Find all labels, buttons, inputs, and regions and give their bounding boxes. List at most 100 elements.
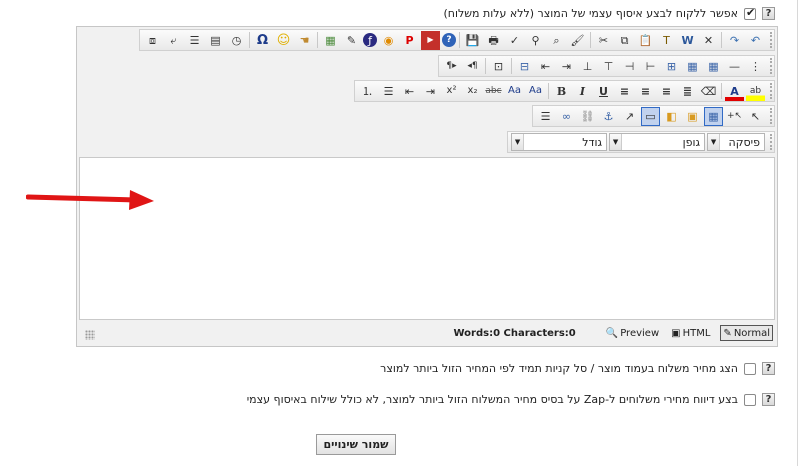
preview-label: Preview xyxy=(620,327,660,339)
align-left-icon[interactable]: ≡ xyxy=(615,82,634,101)
find-icon[interactable]: ⌕ xyxy=(547,31,566,50)
special-icon[interactable]: ⧈ xyxy=(143,31,162,50)
bold-icon[interactable]: B xyxy=(552,82,571,101)
eraser-icon[interactable]: ⌫ xyxy=(699,82,718,101)
font-size-down-icon[interactable]: Aa xyxy=(505,82,524,101)
resize-grip-icon[interactable] xyxy=(85,330,95,340)
table-properties-icon[interactable]: ⊟ xyxy=(515,57,534,76)
list-lines-icon[interactable]: ☰ xyxy=(185,31,204,50)
normal-mode-button[interactable]: ✎ Normal xyxy=(720,325,773,341)
paragraph-select-label: פיסקה xyxy=(728,135,760,149)
line-icon[interactable]: — xyxy=(725,57,744,76)
unordered-list-icon[interactable]: ☰ xyxy=(379,82,398,101)
align-right-icon[interactable]: ≡ xyxy=(657,82,676,101)
grid-toggle-icon[interactable]: ▦ xyxy=(704,106,723,126)
pdf-icon[interactable]: P xyxy=(400,31,419,50)
table-insert-icon[interactable]: ▦ xyxy=(683,57,702,76)
find-replace-icon[interactable]: ⚲ xyxy=(526,31,545,50)
merge-cells-icon[interactable]: ⇥ xyxy=(557,57,576,76)
hand-icon[interactable]: ☚ xyxy=(295,31,314,50)
justify-icon[interactable]: ≣ xyxy=(678,82,697,101)
help-icon[interactable]: ? xyxy=(762,7,775,20)
ltr-icon[interactable]: ¶◂ xyxy=(463,57,482,76)
layer-front-icon[interactable]: ◧ xyxy=(662,107,681,126)
help-icon[interactable]: ? xyxy=(762,362,775,375)
font-color-icon[interactable]: A xyxy=(725,81,744,101)
html-mode-button[interactable]: ▣ HTML xyxy=(669,325,712,341)
undo-icon[interactable]: ↶ xyxy=(746,31,765,50)
underline-icon[interactable]: U xyxy=(594,82,613,101)
select-icon[interactable]: ↖ xyxy=(746,107,765,126)
table-icon[interactable]: ▦ xyxy=(704,57,723,76)
time-icon[interactable]: ◷ xyxy=(227,31,246,50)
help-circle-icon[interactable]: ? xyxy=(442,33,456,47)
rtl-icon[interactable]: ▸¶ xyxy=(442,57,461,76)
toolbar-group-format: ab A ⌫ ≣ ≡ ≡ ≡ U I B Aa Aa abc x₂ x² ⇥ ⇤… xyxy=(354,80,775,102)
bullet-grip-icon[interactable]: ⋮ xyxy=(746,57,765,76)
frame-icon[interactable]: ▭ xyxy=(641,106,660,126)
pencil-box-icon: ✎ xyxy=(723,327,732,339)
split-cells-icon[interactable]: ⇤ xyxy=(536,57,555,76)
layer-back-icon[interactable]: ▣ xyxy=(683,107,702,126)
font-select[interactable]: גופן ▼ xyxy=(609,133,705,151)
print-icon[interactable]: 🖶 xyxy=(484,31,503,50)
pointer-icon[interactable]: ↗ xyxy=(620,107,639,126)
image-icon[interactable]: ▦ xyxy=(321,31,340,50)
superscript-icon[interactable]: x² xyxy=(442,82,461,101)
template-icon[interactable]: ⤶ xyxy=(164,31,183,50)
italic-icon[interactable]: I xyxy=(573,82,592,101)
column-left-icon[interactable]: ⊣ xyxy=(641,57,660,76)
border-icon[interactable]: ⊡ xyxy=(489,57,508,76)
link-icon[interactable]: ∞ xyxy=(557,107,576,126)
help-icon[interactable]: ? xyxy=(762,393,775,406)
outdent-icon[interactable]: ⇤ xyxy=(400,82,419,101)
size-select-label: גודל xyxy=(582,135,602,149)
show-shipping-label: הצג מחיר משלוח בעמוד מוצר / סל קניות תמי… xyxy=(380,362,738,375)
preview-mode-button[interactable]: 🔍 Preview xyxy=(604,325,661,341)
font-size-up-icon[interactable]: Aa xyxy=(526,82,545,101)
column-right-icon[interactable]: ⊢ xyxy=(620,57,639,76)
strikethrough-icon[interactable]: abc xyxy=(484,82,503,101)
toolbar-grip xyxy=(768,32,772,48)
zap-report-checkbox[interactable] xyxy=(744,393,756,406)
media-icon[interactable]: ◉ xyxy=(379,31,398,50)
align-center-icon[interactable]: ≡ xyxy=(636,82,655,101)
row-delete-icon[interactable]: ⊥ xyxy=(578,57,597,76)
redo-icon[interactable]: ↷ xyxy=(725,31,744,50)
delete-icon[interactable]: ✕ xyxy=(699,31,718,50)
save-icon[interactable]: 💾 xyxy=(463,31,482,50)
paste-word-icon[interactable]: W xyxy=(678,31,697,50)
cut-icon[interactable]: ✂ xyxy=(594,31,613,50)
ordered-list-icon[interactable]: ⒈ xyxy=(358,82,377,101)
editor-content-area[interactable] xyxy=(79,157,775,320)
show-shipping-checkbox[interactable] xyxy=(744,362,756,375)
toolbar-row-2: ⋮ — ▦ ▦ ⊞ ⊣ ⊢ ⊤ ⊥ ⇥ ⇤ ⊟ ⊡ ¶◂ ▸¶ xyxy=(79,55,775,77)
anchor-icon[interactable]: ⚓ xyxy=(599,107,618,126)
option-show-shipping-row: ? הצג מחיר משלוח בעמוד מוצר / סל קניות ת… xyxy=(380,362,775,375)
date-icon[interactable]: ▤ xyxy=(206,31,225,50)
copy-icon[interactable]: ⧉ xyxy=(615,31,634,50)
flash-icon[interactable]: ƒ xyxy=(363,33,377,47)
row-insert-icon[interactable]: ⊤ xyxy=(599,57,618,76)
table-cell-icon[interactable]: ⊞ xyxy=(662,57,681,76)
omega-icon[interactable]: Ω xyxy=(253,31,272,50)
edit-image-icon[interactable]: ✎ xyxy=(342,31,361,50)
subscript-icon[interactable]: x₂ xyxy=(463,82,482,101)
horizontal-rule-icon[interactable]: ☰ xyxy=(536,107,555,126)
select-add-icon[interactable]: ↖+ xyxy=(725,107,744,126)
save-changes-button[interactable]: שמור שינויים xyxy=(316,434,396,455)
paste-icon[interactable]: 📋 xyxy=(636,31,655,50)
paste-text-icon[interactable]: T xyxy=(657,31,676,50)
indent-icon[interactable]: ⇥ xyxy=(421,82,440,101)
size-select[interactable]: גודל ▼ xyxy=(511,133,607,151)
spellcheck-icon[interactable]: ✓ xyxy=(505,31,524,50)
paragraph-select[interactable]: פיסקה ▼ xyxy=(707,133,765,151)
highlight-color-icon[interactable]: ab xyxy=(746,81,765,101)
youtube-icon[interactable]: ▶ xyxy=(421,30,440,50)
self-pickup-checkbox[interactable] xyxy=(744,6,756,20)
smiley-icon[interactable]: ☺ xyxy=(274,31,293,50)
format-painter-icon[interactable]: 🖌 xyxy=(568,31,587,50)
toolbar-row-4: ↖ ↖+ ▦ ▣ ◧ ▭ ↗ ⚓ ⛓ ∞ ☰ xyxy=(79,105,775,127)
toolbar-group-layers: ↖ ↖+ ▦ ▣ ◧ ▭ ↗ ⚓ ⛓ ∞ ☰ xyxy=(532,105,775,127)
unlink-icon[interactable]: ⛓ xyxy=(578,107,597,126)
